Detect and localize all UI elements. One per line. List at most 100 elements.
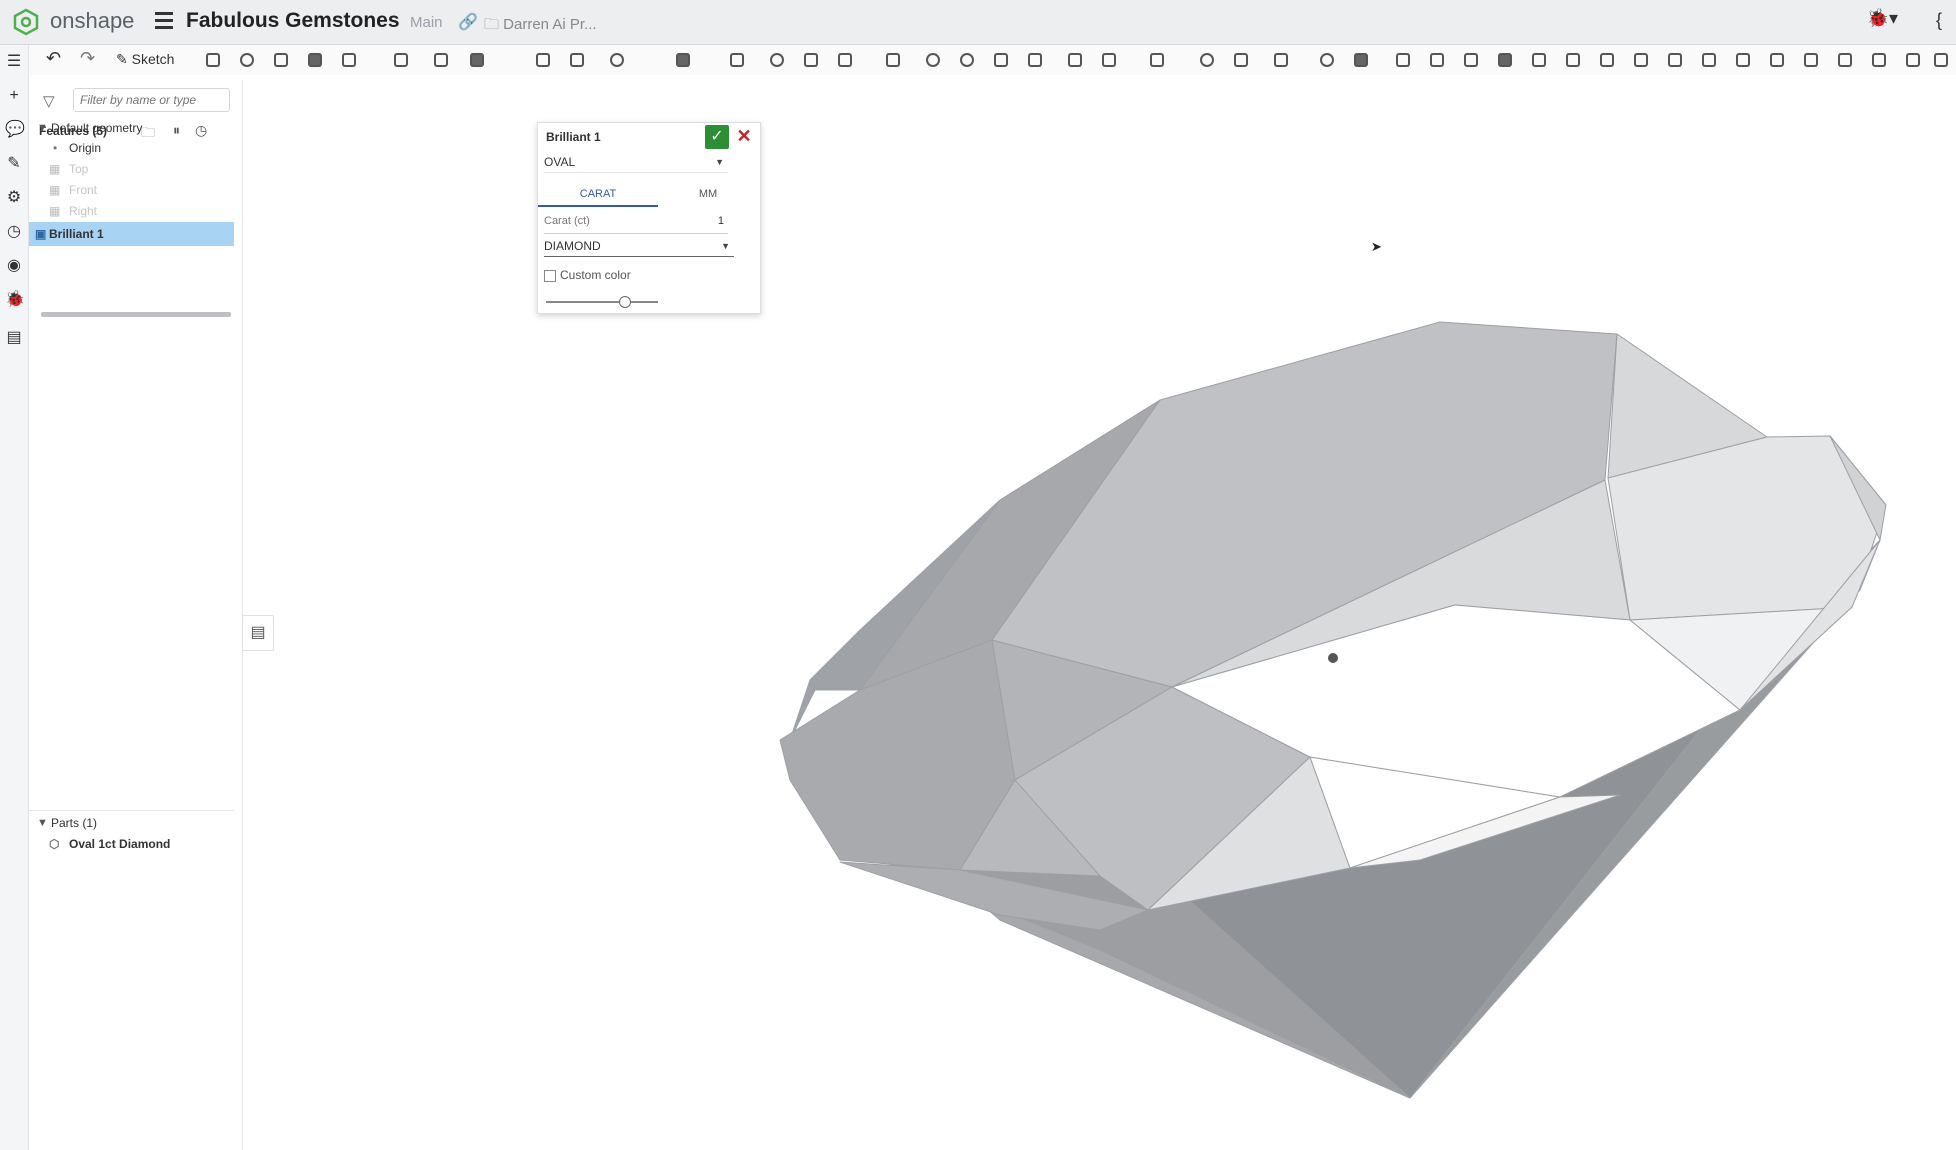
link-icon[interactable]: 🔗 [458, 12, 478, 32]
appearance-icon[interactable]: ◉ [5, 257, 23, 275]
custom-feature-17-icon[interactable] [1932, 51, 1950, 69]
menu-icon[interactable] [155, 12, 173, 30]
tree-label: Oval 1ct Diamond [69, 837, 171, 851]
custom-feature-4-icon[interactable] [1496, 51, 1514, 69]
filter-input[interactable] [73, 88, 230, 112]
material-select[interactable]: DIAMOND ▼ [544, 235, 734, 257]
debug-icon[interactable]: 🐞 [5, 291, 25, 309]
edit-icon[interactable]: ✎ [5, 155, 23, 173]
tree-right-plane[interactable]: ▦ Right [29, 199, 234, 223]
opacity-slider[interactable] [546, 296, 658, 308]
chevron-down-icon: ▼ [715, 157, 724, 167]
custom-feature-6-icon[interactable] [1564, 51, 1582, 69]
variables-icon[interactable]: { [1936, 10, 1942, 31]
list-icon[interactable] [1148, 51, 1166, 69]
hole-icon[interactable] [608, 51, 626, 69]
shape-value: OVAL [544, 155, 576, 169]
document-title[interactable]: Fabulous Gemstones [186, 9, 400, 33]
tab-carat[interactable]: CARAT [538, 181, 658, 207]
custom-feature-11-icon[interactable] [1734, 51, 1752, 69]
pattern-icon[interactable] [568, 51, 586, 69]
custom-feature-7-icon[interactable] [1598, 51, 1616, 69]
comments-icon[interactable]: 💬 [5, 121, 25, 139]
top-bar: onshape Fabulous Gemstones Main 🔗 🗀 Darr… [0, 0, 1956, 45]
thicken-icon[interactable] [340, 51, 358, 69]
cancel-button[interactable]: ✕ [735, 126, 753, 146]
mirror-icon[interactable] [728, 51, 746, 69]
gemstone-model [779, 321, 1887, 1099]
part-icon: ⬡ [49, 837, 60, 851]
custom-feature-16-icon[interactable] [1904, 51, 1922, 69]
custom-feature-13-icon[interactable] [1802, 51, 1820, 69]
tree-label: Brilliant 1 [49, 227, 104, 241]
mate-icon[interactable]: ⚙ [5, 189, 23, 207]
tag-icon[interactable] [1352, 51, 1370, 69]
slider-handle[interactable] [619, 296, 631, 308]
feature-list-icon[interactable]: ☰ [5, 53, 23, 71]
carat-field[interactable]: Carat (ct) 1 [544, 215, 728, 234]
section-icon[interactable] [1232, 51, 1250, 69]
delete-part-icon[interactable] [884, 51, 902, 69]
tree-part-item[interactable]: ⬡ Oval 1ct Diamond [29, 832, 234, 856]
sketch-button[interactable]: ✎ Sketch [116, 51, 174, 68]
plane-icon[interactable] [674, 51, 692, 69]
bug-report-icon[interactable]: 🐞▾ [1867, 8, 1898, 29]
brilliant-feature-dialog: Brilliant 1 ✓ ✕ OVAL ▼ CARAT MM Carat (c… [537, 122, 761, 314]
offset-surface-icon[interactable] [1026, 51, 1044, 69]
folder-breadcrumb[interactable]: 🗀 Darren Ai Pr... [484, 14, 597, 39]
feature-panel: ▽ Features (5) 🗀 ⏸ ◷ ▼ Default geometry … [29, 80, 243, 1150]
custom-feature-2-icon[interactable] [1428, 51, 1446, 69]
redo-icon[interactable]: ↷ [80, 48, 95, 69]
chamfer-icon[interactable] [432, 51, 450, 69]
tab-mm[interactable]: MM [658, 181, 758, 207]
fillet-icon[interactable] [392, 51, 410, 69]
insert-icon[interactable]: + [5, 87, 23, 105]
variable-icon[interactable] [1272, 51, 1290, 69]
properties-icon[interactable]: ▤ [5, 329, 23, 347]
loft-icon[interactable] [306, 51, 324, 69]
custom-feature-8-icon[interactable] [1632, 51, 1650, 69]
confirm-button[interactable]: ✓ [705, 125, 729, 149]
checkbox-box[interactable] [544, 269, 556, 282]
draft-icon[interactable] [468, 51, 486, 69]
custom-feature-5-icon[interactable] [1530, 51, 1548, 69]
replace-face-icon[interactable] [992, 51, 1010, 69]
feature-icon: ▣ [35, 227, 47, 241]
filter-icon[interactable]: ▽ [43, 92, 55, 110]
custom-feature-15-icon[interactable] [1870, 51, 1888, 69]
custom-feature-3-icon[interactable] [1462, 51, 1480, 69]
custom-feature-9-icon[interactable] [1666, 51, 1684, 69]
branch-label[interactable]: Main [410, 14, 443, 31]
custom-color-checkbox[interactable]: Custom color [544, 268, 631, 282]
custom-feature-1-icon[interactable] [1394, 51, 1412, 69]
transform-icon[interactable] [836, 51, 854, 69]
composite-icon[interactable] [1318, 51, 1336, 69]
undo-icon[interactable]: ↶ [46, 48, 61, 69]
wrap-icon[interactable] [1066, 51, 1084, 69]
sketch-label: Sketch [131, 51, 175, 67]
move-face-icon[interactable] [958, 51, 976, 69]
mouse-cursor-icon: ➤ [1371, 239, 1382, 254]
custom-feature-10-icon[interactable] [1700, 51, 1718, 69]
boolean-icon[interactable] [768, 51, 786, 69]
custom-color-label: Custom color [560, 268, 631, 282]
custom-feature-14-icon[interactable] [1836, 51, 1854, 69]
feature-list-scrollbar[interactable] [41, 312, 231, 317]
helix-icon[interactable] [1100, 51, 1118, 69]
extrude-icon[interactable] [204, 51, 222, 69]
shell-icon[interactable] [534, 51, 552, 69]
modify-fillet-icon[interactable] [924, 51, 942, 69]
split-icon[interactable] [802, 51, 820, 69]
shape-select[interactable]: OVAL ▼ [544, 151, 728, 173]
history-icon[interactable]: ◷ [5, 223, 23, 241]
measure-icon[interactable] [1198, 51, 1216, 69]
custom-feature-12-icon[interactable] [1768, 51, 1786, 69]
sweep-icon[interactable] [272, 51, 290, 69]
dialog-title: Brilliant 1 [546, 130, 601, 144]
tree-brilliant-feature[interactable]: ▣ Brilliant 1 [29, 222, 234, 246]
revolve-icon[interactable] [238, 51, 256, 69]
graphics-viewport[interactable] [243, 76, 1956, 1150]
left-rail: ☰ + 💬 ✎ ⚙ ◷ ◉ 🐞 ▤ [0, 45, 29, 1150]
brand-name: onshape [50, 8, 135, 33]
onshape-logo-icon[interactable] [12, 8, 40, 36]
